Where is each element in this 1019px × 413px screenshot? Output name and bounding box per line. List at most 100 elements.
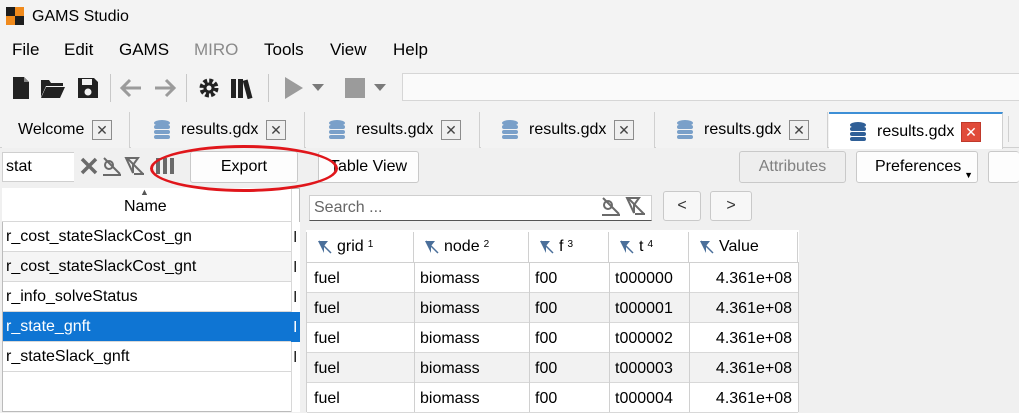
tab-label: Welcome <box>18 121 85 138</box>
cell-node: biomass <box>420 390 480 407</box>
new-file-icon[interactable] <box>8 75 34 101</box>
library-icon[interactable] <box>230 75 256 101</box>
cell-f: f00 <box>535 390 558 407</box>
close-icon[interactable]: ✕ <box>614 120 634 140</box>
filter-icon[interactable] <box>699 239 715 255</box>
extra-button[interactable] <box>988 151 1019 183</box>
menu-tools[interactable]: Tools <box>264 40 304 60</box>
column-header-value[interactable]: Value <box>689 232 798 262</box>
symbol-col2-cell: I <box>293 229 298 246</box>
cell-grid: fuel <box>314 330 340 347</box>
symbol-row[interactable]: r_info_solveStatus <box>3 282 291 312</box>
stop-icon[interactable] <box>342 75 368 101</box>
back-arrow-icon[interactable] <box>118 75 144 101</box>
symbol-row[interactable]: r_cost_stateSlackCost_gn <box>3 222 291 252</box>
menu-gams[interactable]: GAMS <box>119 40 169 60</box>
symbol-col2-cell: I <box>293 289 298 306</box>
cell-value: 4.361e+08 <box>715 330 792 347</box>
symbol-name: r_cost_stateSlackCost_gnt <box>6 258 197 275</box>
next-button[interactable]: > <box>710 191 752 221</box>
symbol-col2-cell: I <box>293 319 298 336</box>
symbol-name: r_cost_stateSlackCost_gn <box>6 228 192 245</box>
filter-icon[interactable] <box>317 239 333 255</box>
cell-grid: fuel <box>314 360 340 377</box>
close-icon[interactable]: ✕ <box>789 120 809 140</box>
tab-label: results.gdx <box>877 122 955 140</box>
column-header-t[interactable]: t4 <box>609 232 689 262</box>
column-divider <box>609 262 610 412</box>
hide-aliases-icon[interactable] <box>101 155 123 177</box>
hide-filter-icon[interactable] <box>625 195 647 217</box>
cell-t: t000002 <box>615 330 673 347</box>
column-header-f[interactable]: f3 <box>529 232 609 262</box>
close-icon[interactable]: ✕ <box>441 120 461 140</box>
table-row[interactable]: fuel biomass f00 t000003 4.361e+08 <box>307 353 798 383</box>
cell-f: f00 <box>535 270 558 287</box>
cell-node: biomass <box>420 300 480 317</box>
filter-icon[interactable] <box>619 239 635 255</box>
clear-filter-icon[interactable] <box>78 155 100 177</box>
cell-value: 4.361e+08 <box>715 390 792 407</box>
menu-help[interactable]: Help <box>393 40 428 60</box>
tab-welcome[interactable]: Welcome ✕ <box>2 112 130 148</box>
symbol-row[interactable]: r_cost_stateSlackCost_gnt <box>3 252 291 282</box>
cell-f: f00 <box>535 360 558 377</box>
table-row[interactable]: fuel biomass f00 t000001 4.361e+08 <box>307 293 798 323</box>
database-icon <box>154 120 170 139</box>
close-icon[interactable]: ✕ <box>266 120 286 140</box>
table-row[interactable]: fuel biomass f00 t000002 4.361e+08 <box>307 323 798 353</box>
database-icon <box>502 120 518 139</box>
tab-scroll-area <box>1008 116 1019 142</box>
cell-value: 4.361e+08 <box>715 270 792 287</box>
save-icon[interactable] <box>75 75 101 101</box>
cell-value: 4.361e+08 <box>715 360 792 377</box>
database-icon <box>329 120 345 139</box>
attributes-button[interactable]: Attributes <box>739 151 846 183</box>
highlight-ring <box>150 145 338 192</box>
filter-icon[interactable] <box>424 239 440 255</box>
column-divider <box>414 262 415 412</box>
preferences-button[interactable]: Preferences ▼ <box>856 151 978 183</box>
settings-gear-icon[interactable] <box>196 75 222 101</box>
close-icon[interactable]: ✕ <box>961 121 981 142</box>
symbol-name: r_info_solveStatus <box>6 288 138 305</box>
cell-t: t000003 <box>615 360 673 377</box>
symbol-col2-cell: I <box>293 259 298 276</box>
menu-miro[interactable]: MIRO <box>194 40 238 60</box>
stop-dropdown-icon[interactable] <box>372 75 388 101</box>
cell-f: f00 <box>535 300 558 317</box>
table-row[interactable]: fuel biomass f00 t000004 4.361e+08 <box>307 383 798 413</box>
hide-filter-icon[interactable] <box>124 155 146 177</box>
open-folder-icon[interactable] <box>40 75 66 101</box>
run-play-icon[interactable] <box>280 75 306 101</box>
column-header-grid[interactable]: grid 1 <box>307 232 414 262</box>
command-line-input[interactable] <box>402 73 1019 101</box>
forward-arrow-icon[interactable] <box>152 75 178 101</box>
run-dropdown-icon[interactable] <box>310 75 326 101</box>
previous-button[interactable]: < <box>663 191 701 221</box>
dropdown-arrow-icon: ▼ <box>964 170 973 180</box>
menu-view[interactable]: View <box>330 40 367 60</box>
tab-results-active[interactable]: results.gdx ✕ <box>829 112 1003 149</box>
tab-results-2[interactable]: results.gdx ✕ <box>306 112 480 148</box>
header-label: f <box>559 238 564 255</box>
tab-label: results.gdx <box>356 121 434 138</box>
close-icon[interactable]: ✕ <box>92 120 112 140</box>
symbol-filter-input[interactable]: stat <box>2 152 74 182</box>
filter-icon[interactable] <box>539 239 555 255</box>
tab-results-1[interactable]: results.gdx ✕ <box>131 112 305 148</box>
column-header-node[interactable]: node 2 <box>414 232 529 262</box>
symbol-row[interactable]: r_stateSlack_gnft <box>3 342 291 372</box>
toolbar-separator <box>110 74 111 102</box>
gams-logo-icon <box>6 7 24 25</box>
hide-aliases-icon[interactable] <box>600 195 622 217</box>
tab-results-3[interactable]: results.gdx ✕ <box>481 112 655 148</box>
header-label: Value <box>719 238 759 255</box>
menu-file[interactable]: File <box>12 40 39 60</box>
tab-results-4[interactable]: results.gdx ✕ <box>656 112 828 148</box>
table-row[interactable]: fuel biomass f00 t000000 4.361e+08 <box>307 263 798 293</box>
symbol-row-selected[interactable]: r_state_gnft <box>3 312 291 342</box>
menu-edit[interactable]: Edit <box>64 40 93 60</box>
header-label: node <box>444 238 480 255</box>
column-divider <box>689 262 690 412</box>
